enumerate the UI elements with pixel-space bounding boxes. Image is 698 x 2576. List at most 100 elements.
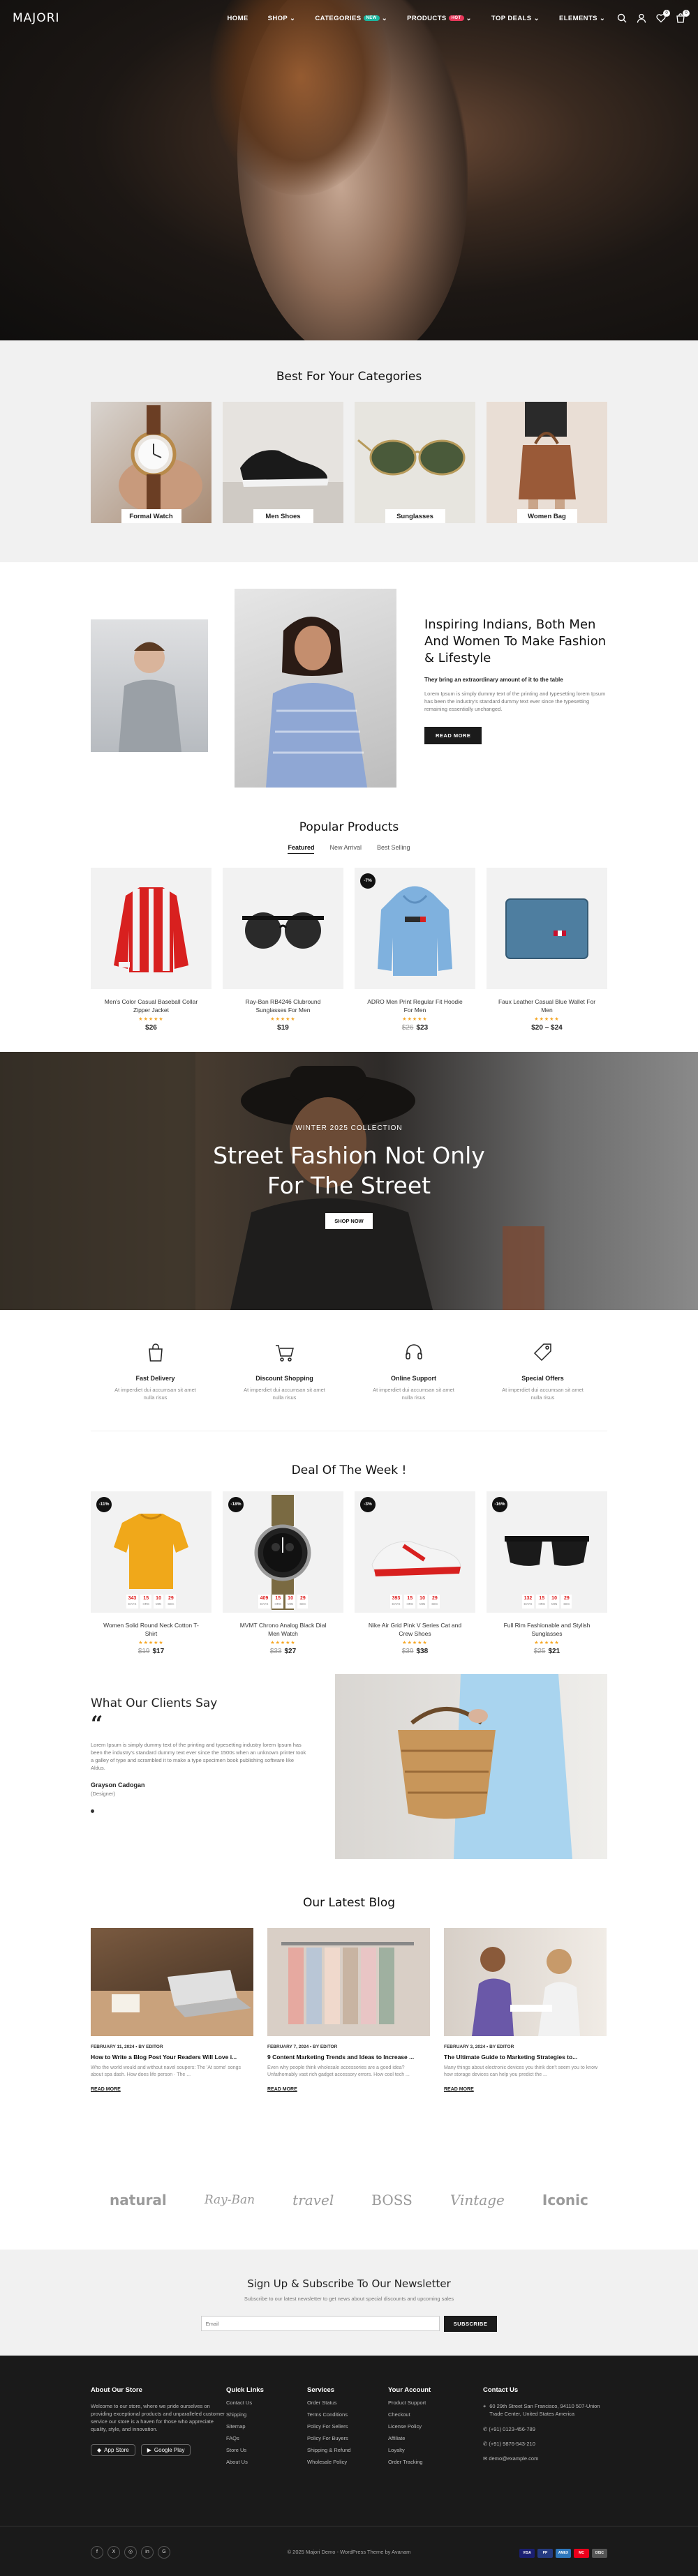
- footer-link[interactable]: Affiliate: [388, 2435, 483, 2441]
- countdown-unit: 10 MIN: [153, 1595, 164, 1609]
- tab-best-selling[interactable]: Best Selling: [377, 844, 410, 854]
- product-name[interactable]: ADRO Men Print Regular Fit Hoodie For Me…: [355, 997, 475, 1014]
- cart-icon[interactable]: 0: [676, 10, 690, 23]
- site-logo[interactable]: MAJORI: [13, 11, 60, 25]
- brand-logo-iconic[interactable]: Iconic: [542, 2192, 588, 2208]
- brand-logo-rayban[interactable]: Ray-Ban: [205, 2193, 255, 2207]
- footer-link[interactable]: License Policy: [388, 2423, 483, 2430]
- brand-logo-boss[interactable]: BOSS: [371, 2192, 413, 2208]
- product-name[interactable]: Women Solid Round Neck Cotton T-Shirt: [91, 1621, 211, 1638]
- carousel-dot[interactable]: [91, 1809, 94, 1813]
- deal-card[interactable]: -11% 343 DAYS 15 HRS 10 MIN 29 SEC Women Solid Ro…: [91, 1491, 211, 1655]
- shop-now-button[interactable]: SHOP NOW: [325, 1213, 373, 1229]
- product-name[interactable]: Men's Color Casual Baseball Collar Zippe…: [91, 997, 211, 1014]
- product-card[interactable]: Faux Leather Casual Blue Wallet For Men …: [487, 868, 607, 1032]
- blog-post-title[interactable]: How to Write a Blog Post Your Readers Wi…: [91, 2054, 253, 2061]
- feature-online-support: Online Support At imperdiet dui accumsan…: [349, 1342, 478, 1431]
- blog-card[interactable]: FEBRUARY 7, 2024 • BY EDITOR 9 Content M…: [267, 1928, 430, 2092]
- apple-icon: ◆: [97, 2447, 102, 2453]
- linkedin-icon[interactable]: in: [141, 2545, 154, 2559]
- tab-featured[interactable]: Featured: [288, 844, 315, 854]
- footer-link[interactable]: Contact Us: [226, 2400, 307, 2406]
- product-name[interactable]: Nike Air Grid Pink V Series Cat and Crew…: [355, 1621, 475, 1638]
- footer-link[interactable]: Loyalty: [388, 2447, 483, 2453]
- footer-link[interactable]: Wholesale Policy: [307, 2459, 388, 2465]
- product-card[interactable]: -7% ADRO Men Print Regular Fit Hoodie Fo…: [355, 868, 475, 1032]
- search-icon[interactable]: [617, 13, 627, 23]
- tab-new-arrival[interactable]: New Arrival: [329, 844, 362, 854]
- footer-link[interactable]: Shipping: [226, 2411, 307, 2418]
- product-name[interactable]: Ray-Ban RB4246 Clubround Sunglasses For …: [223, 997, 343, 1014]
- blog-card[interactable]: FEBRUARY 11, 2024 • BY EDITOR How to Wri…: [91, 1928, 253, 2092]
- wishlist-icon[interactable]: 0: [656, 10, 670, 23]
- x-icon[interactable]: X: [107, 2545, 120, 2559]
- nav-item-home[interactable]: HOME: [228, 15, 248, 22]
- payment-card-icon: AMEX: [555, 2548, 571, 2558]
- brand-logo-natural[interactable]: natural: [110, 2192, 167, 2208]
- footer-link[interactable]: Order Tracking: [388, 2459, 483, 2465]
- footer-link[interactable]: Order Status: [307, 2400, 388, 2406]
- product-card[interactable]: Men's Color Casual Baseball Collar Zippe…: [91, 868, 211, 1032]
- google-icon[interactable]: G: [158, 2545, 170, 2559]
- footer-link[interactable]: FAQs: [226, 2435, 307, 2441]
- category-card-shoes[interactable]: Men Shoes: [223, 402, 343, 523]
- footer-phone-1[interactable]: (+91) 0123-456-789: [489, 2426, 535, 2432]
- footer-about-title: About Our Store: [91, 2386, 142, 2394]
- brand-logo-vintage[interactable]: Vintage: [450, 2192, 505, 2208]
- footer-address: 60 29th Street San Francisco, 94110 507-…: [489, 2403, 600, 2417]
- product-name[interactable]: Full Rim Fashionable and Stylish Sunglas…: [487, 1621, 607, 1638]
- footer-link[interactable]: Checkout: [388, 2411, 483, 2418]
- footer-link[interactable]: About Us: [226, 2459, 307, 2465]
- testimonial-section: What Our Clients Say “ Lorem Ipsum is si…: [0, 1674, 698, 1896]
- nav-item-categories[interactable]: CATEGORIES NEW ⌄: [315, 15, 387, 22]
- footer-link[interactable]: Policy For Sellers: [307, 2423, 388, 2430]
- blog-post-title[interactable]: 9 Content Marketing Trends and Ideas to …: [267, 2054, 430, 2061]
- feature-special-offers: Special Offers At imperdiet dui accumsan…: [478, 1342, 607, 1431]
- footer-col-title: Services: [307, 2386, 335, 2394]
- brand-logo-travel[interactable]: travel: [292, 2192, 334, 2208]
- instagram-icon[interactable]: ◎: [124, 2545, 137, 2559]
- footer-link[interactable]: Terms Conditions: [307, 2411, 388, 2418]
- user-icon[interactable]: [637, 13, 646, 23]
- nav-item-shop[interactable]: SHOP ⌄: [268, 15, 296, 22]
- product-name[interactable]: Faux Leather Casual Blue Wallet For Men: [487, 997, 607, 1014]
- deal-card[interactable]: -18% 409 DAYS 15 HRS 10 MIN 29 SEC MVMT Chrono An…: [223, 1491, 343, 1655]
- nav-item-products[interactable]: PRODUCTS HOT ⌄: [407, 15, 472, 22]
- rating-stars: ★★★★★: [534, 1017, 560, 1022]
- category-card-watch[interactable]: Formal Watch: [91, 402, 211, 523]
- footer-link[interactable]: Sitemap: [226, 2423, 307, 2430]
- product-card[interactable]: Ray-Ban RB4246 Clubround Sunglasses For …: [223, 868, 343, 1032]
- footer-link[interactable]: Store Us: [226, 2447, 307, 2453]
- blog-read-more[interactable]: READ MORE: [267, 2087, 430, 2092]
- footer-link[interactable]: Shipping & Refund: [307, 2447, 388, 2453]
- footer-link[interactable]: Product Support: [388, 2400, 483, 2406]
- subscribe-button[interactable]: SUBSCRIBE: [443, 2316, 498, 2332]
- footer-link[interactable]: Policy For Buyers: [307, 2435, 388, 2441]
- app-store-button[interactable]: ◆ App Store: [91, 2444, 135, 2456]
- email-field[interactable]: [200, 2316, 440, 2331]
- popular-products-section: Popular Products Featured New Arrival Be…: [0, 806, 698, 1052]
- category-card-sunglasses[interactable]: Sunglasses: [355, 402, 475, 523]
- blog-section: Our Latest Blog FEBRUARY 11, 2024 • BY E…: [0, 1896, 698, 2150]
- blog-read-more[interactable]: READ MORE: [444, 2087, 607, 2092]
- category-label: Women Bag: [517, 509, 577, 523]
- payment-cards: VISA PP AMEX MC DISC: [468, 2546, 607, 2558]
- deal-card[interactable]: -3% 393 DAYS 15 HRS 10 MIN 29 SEC Nike Air Grid P…: [355, 1491, 475, 1655]
- nav-item-elements[interactable]: ELEMENTS ⌄: [559, 15, 605, 22]
- blog-card[interactable]: FEBRUARY 3, 2024 • BY EDITOR The Ultimat…: [444, 1928, 607, 2092]
- blog-post-title[interactable]: The Ultimate Guide to Marketing Strategi…: [444, 2054, 607, 2061]
- footer-phone-2[interactable]: (+91) 9876-543-210: [489, 2441, 535, 2447]
- category-label: Formal Watch: [121, 509, 181, 523]
- quote-icon: “: [91, 1712, 103, 1736]
- facebook-icon[interactable]: f: [91, 2545, 103, 2559]
- footer-email[interactable]: demo@example.com: [489, 2455, 538, 2462]
- chevron-down-icon: ⌄: [463, 14, 472, 22]
- product-name[interactable]: MVMT Chrono Analog Black Dial Men Watch: [223, 1621, 343, 1638]
- read-more-button[interactable]: READ MORE: [424, 727, 482, 744]
- category-card-bag[interactable]: Women Bag: [487, 402, 607, 523]
- nav-item-top-deals[interactable]: TOP DEALS ⌄: [491, 15, 540, 22]
- deal-card[interactable]: -16% 132 DAYS 15 HRS 10 MIN 29 SEC Full Rim Fashi…: [487, 1491, 607, 1655]
- footer-contact-title: Contact Us: [483, 2386, 519, 2394]
- google-play-button[interactable]: ▶ Google Play: [140, 2444, 191, 2456]
- blog-read-more[interactable]: READ MORE: [91, 2087, 253, 2092]
